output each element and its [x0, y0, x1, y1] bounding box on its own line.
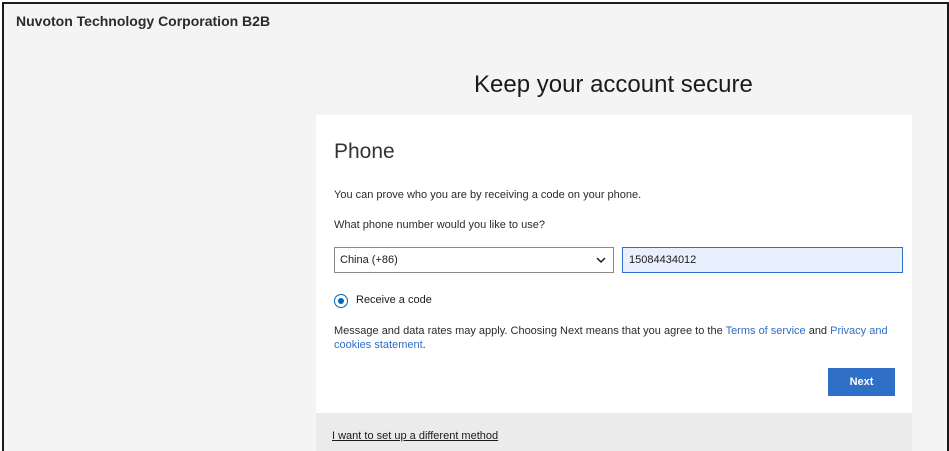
- card-heading: Phone: [334, 140, 395, 163]
- next-button[interactable]: Next: [828, 368, 895, 396]
- phone-number-input[interactable]: [622, 247, 903, 273]
- intro-text: You can prove who you are by receiving a…: [334, 189, 642, 201]
- page-title: Keep your account secure: [474, 71, 753, 98]
- card-footer: I want to set up a different method: [316, 413, 912, 451]
- disclaimer-suffix: .: [422, 339, 426, 351]
- disclaimer-middle: and: [805, 325, 831, 337]
- radio-selected-icon[interactable]: [334, 294, 348, 308]
- different-method-link[interactable]: I want to set up a different method: [332, 430, 498, 442]
- header-bar: Nuvoton Technology Corporation B2B: [4, 4, 947, 40]
- content-area: Keep your account secure Phone You can p…: [4, 40, 947, 451]
- disclaimer-text: Message and data rates may apply. Choosi…: [334, 324, 899, 352]
- terms-of-service-link[interactable]: Terms of service: [726, 325, 806, 337]
- country-code-selected: China (+86): [340, 254, 398, 266]
- country-code-select[interactable]: China (+86): [334, 247, 614, 273]
- tenant-name: Nuvoton Technology Corporation B2B: [16, 13, 271, 29]
- disclaimer-prefix: Message and data rates may apply. Choosi…: [334, 325, 726, 337]
- question-text: What phone number would you like to use?: [334, 219, 545, 231]
- phone-setup-card: Phone You can prove who you are by recei…: [316, 115, 912, 413]
- app-frame: Nuvoton Technology Corporation B2B Keep …: [2, 2, 949, 451]
- receive-code-label[interactable]: Receive a code: [356, 294, 432, 306]
- chevron-down-icon: [596, 257, 606, 264]
